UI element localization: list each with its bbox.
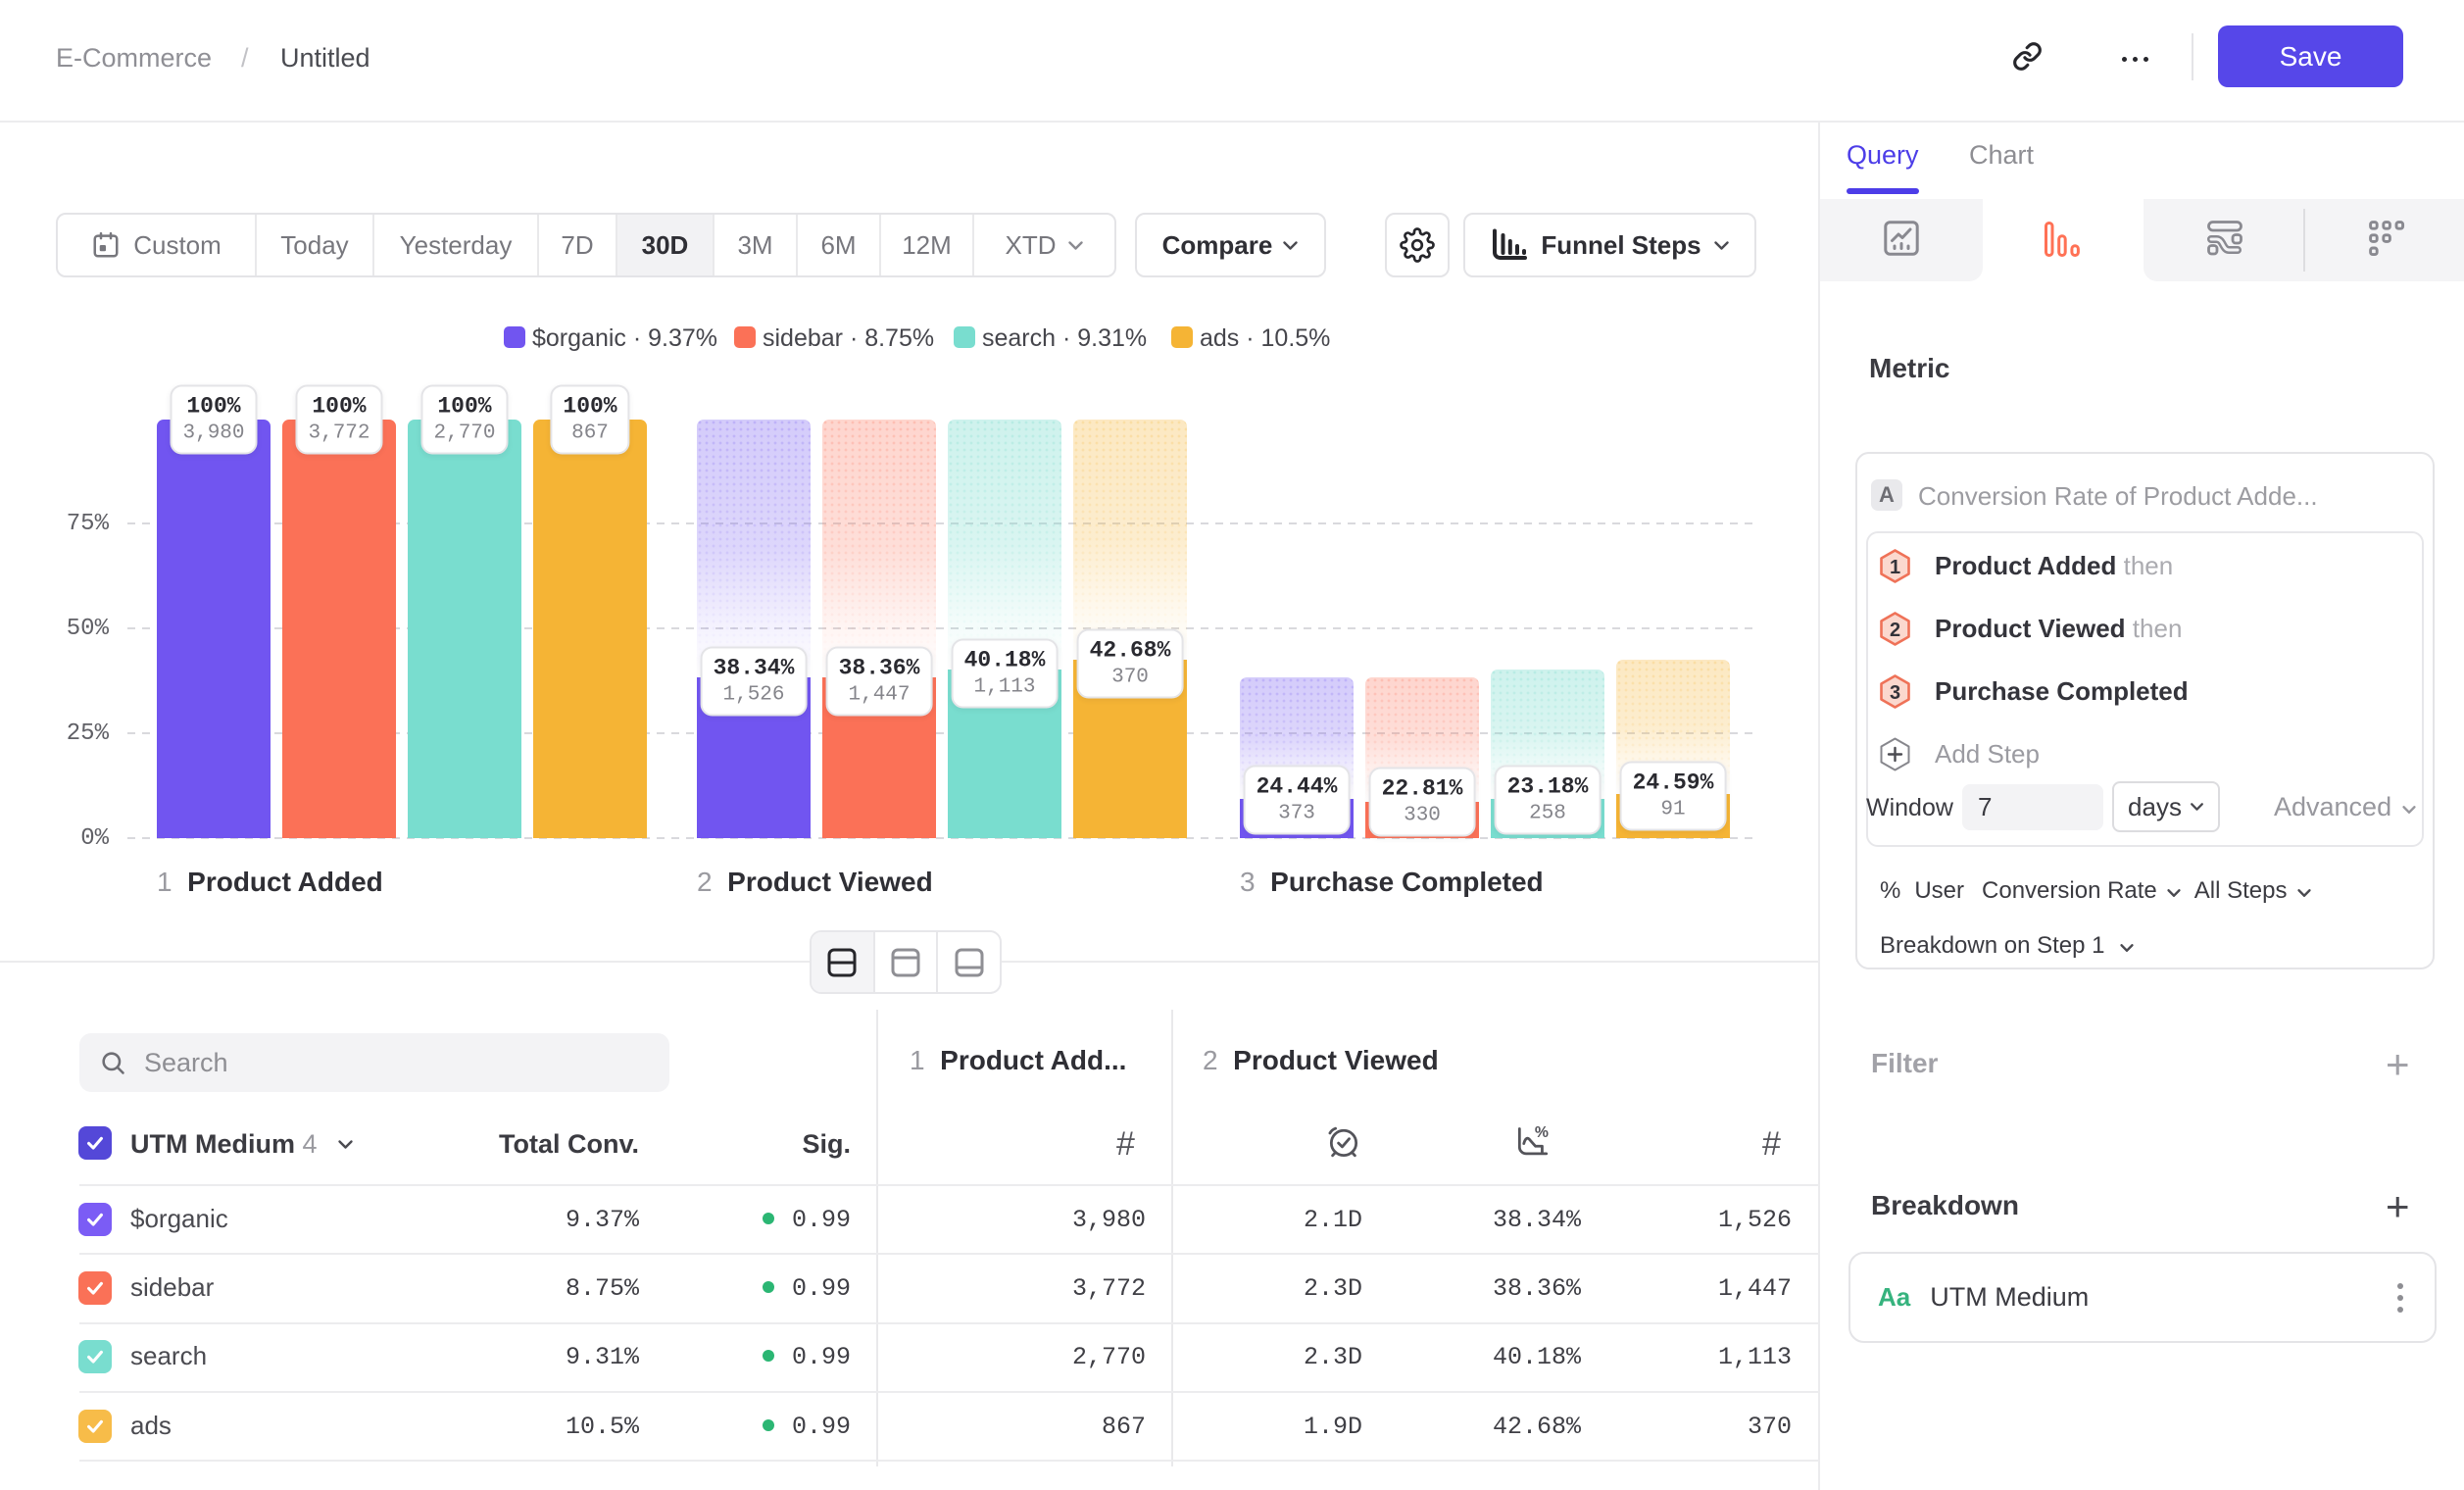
svg-text:1: 1 — [1890, 557, 1900, 578]
svg-text:3: 3 — [1890, 682, 1900, 704]
svg-text:%: % — [1535, 1124, 1549, 1141]
svg-text:2: 2 — [1890, 620, 1900, 641]
